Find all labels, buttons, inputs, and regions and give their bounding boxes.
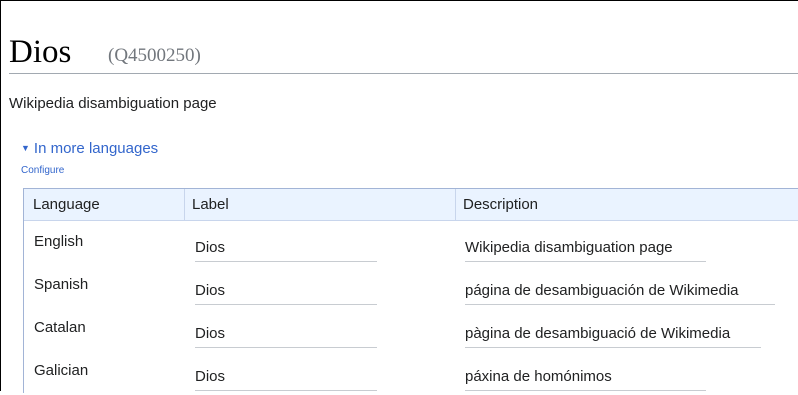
label-field[interactable]: Dios: [195, 325, 377, 348]
description-field[interactable]: página de desambiguación de Wikimedia: [465, 282, 775, 305]
page-header: Dios (Q4500250): [9, 33, 798, 74]
description-field[interactable]: páxina de homónimos: [465, 368, 706, 391]
label-field[interactable]: Dios: [195, 282, 377, 305]
column-header-label: Label: [184, 189, 229, 220]
label-field[interactable]: Dios: [195, 239, 377, 262]
table-row: Catalan Dios pàgina de desambiguació de …: [24, 309, 798, 352]
description-field[interactable]: pàgina de desambiguació de Wikimedia: [465, 325, 761, 348]
triangle-down-icon: ▼: [21, 143, 30, 153]
page-title: Dios: [9, 34, 72, 70]
column-header-language: Language: [33, 196, 100, 213]
in-more-languages-label: In more languages: [33, 140, 159, 157]
configure-link[interactable]: Configure: [21, 165, 64, 176]
description-field[interactable]: Wikipedia disambiguation page: [465, 239, 706, 262]
table-row: Spanish Dios página de desambiguación de…: [24, 266, 798, 309]
table-row: Galician Dios páxina de homónimos: [24, 352, 798, 395]
language-name: Catalan: [34, 319, 86, 336]
label-field[interactable]: Dios: [195, 368, 377, 391]
in-more-languages-toggle[interactable]: ▼ In more languages: [21, 140, 158, 157]
item-description: Wikipedia disambiguation page: [9, 95, 217, 112]
language-name: Galician: [34, 362, 89, 379]
table-row: English Dios Wikipedia disambiguation pa…: [24, 223, 798, 266]
language-name: Spanish: [34, 276, 89, 293]
language-name: English: [34, 233, 84, 250]
table-header: Language Label Description: [24, 189, 798, 221]
languages-table: Language Label Description English Dios …: [23, 188, 798, 393]
column-header-description: Description: [455, 189, 538, 220]
item-id: (Q4500250): [108, 45, 201, 66]
